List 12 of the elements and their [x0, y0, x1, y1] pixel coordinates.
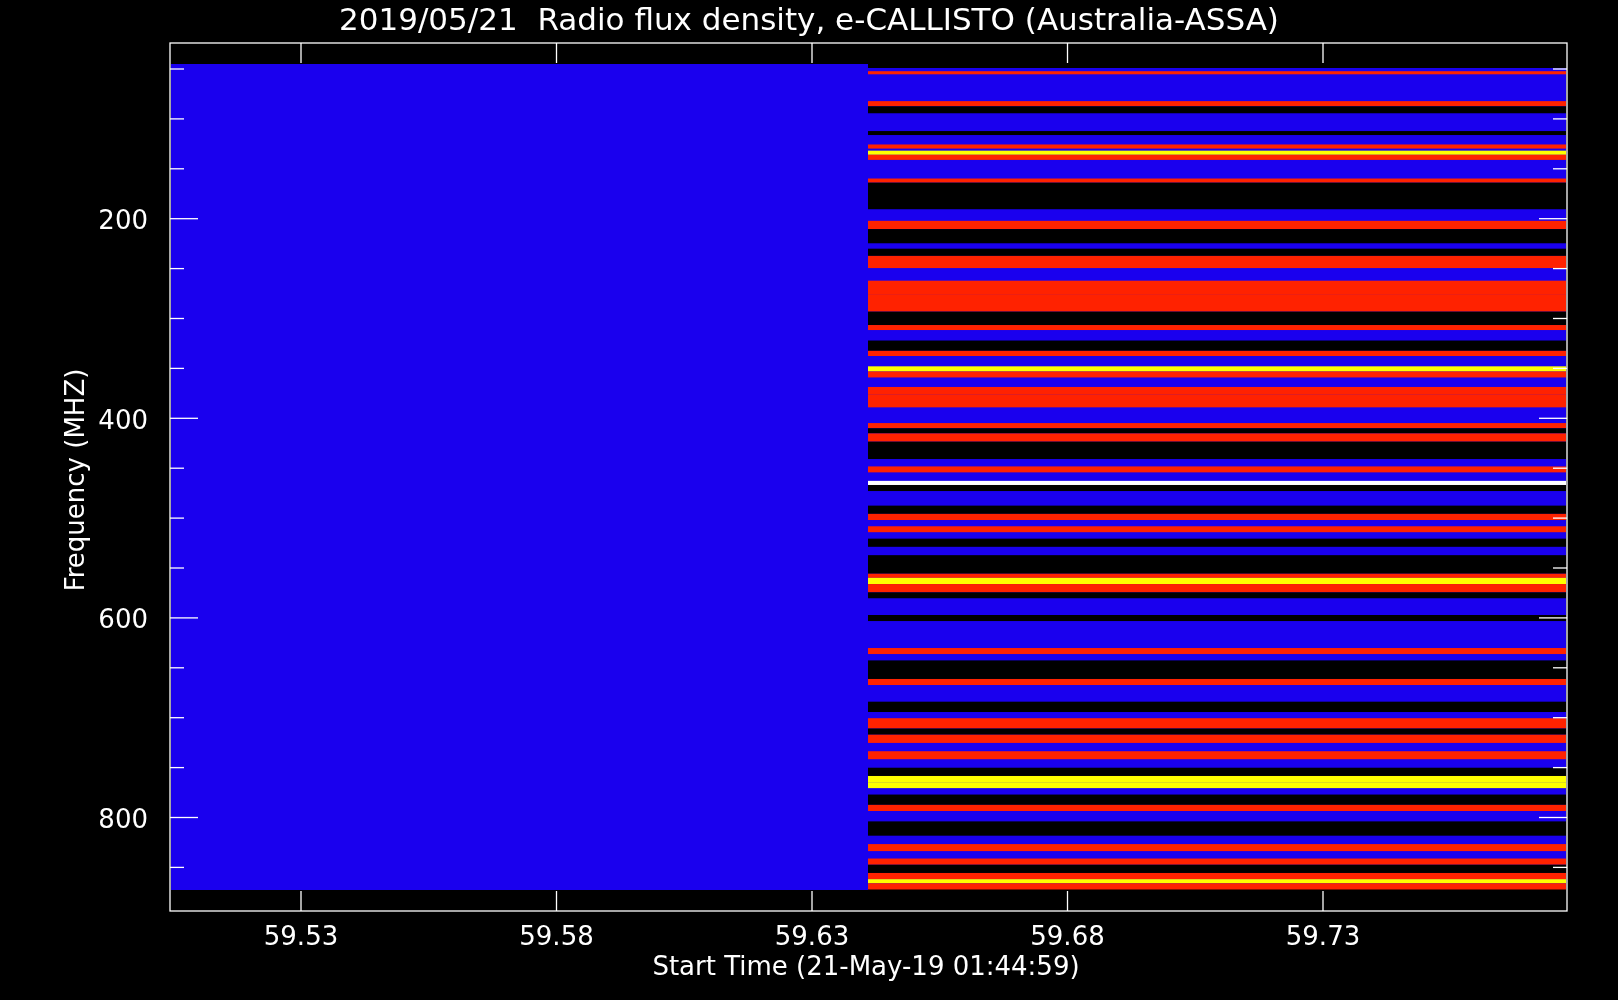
tick-label: 800	[98, 804, 148, 835]
tick-label: 59.58	[519, 921, 594, 951]
tick-label: 59.63	[774, 921, 850, 951]
tick-label: 59.73	[1285, 921, 1361, 951]
tick-label: 600	[98, 604, 148, 635]
tick-label: 59.53	[263, 921, 339, 951]
axis-label: Start Time (21-May-19 01:44:59)	[652, 951, 1080, 981]
axis-label: Frequency (MHZ)	[60, 368, 90, 592]
tick-label: 200	[98, 205, 148, 235]
tick-label: 59.68	[1030, 921, 1105, 951]
chart-title: 2019/05/21 Radio flux density, e-CALLISTO (Australia-ASSA)	[339, 1, 1279, 37]
tick-label: 400	[98, 404, 148, 435]
